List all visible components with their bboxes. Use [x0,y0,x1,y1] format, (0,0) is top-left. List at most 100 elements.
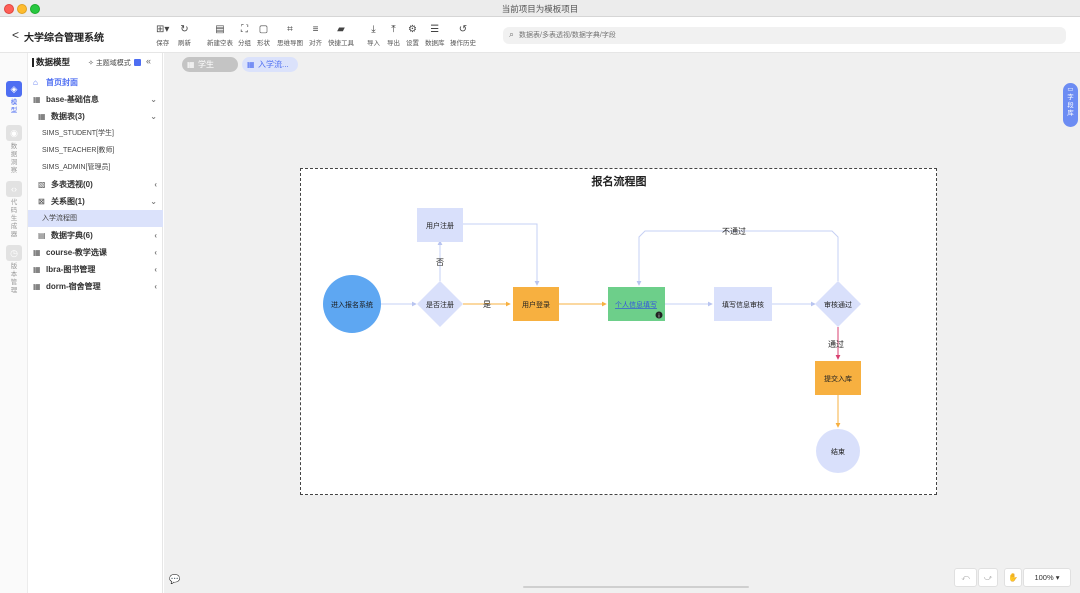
tab-student[interactable]: ▦ 学生 [182,57,238,72]
tree-item-student-table[interactable]: SIMS_STUDENT[学生] [28,125,163,142]
tree-item-dorm[interactable]: ▦ dorm-宿舍管理 ‹ [28,278,163,295]
tree-item-pivot[interactable]: ▧ 多表透视(0) ‹ [28,176,163,193]
export-button[interactable]: ⤒ 导出 [387,23,400,47]
collapse-icon[interactable]: « [146,56,151,66]
home-icon: ⌂ [33,78,38,87]
window-titlebar: 当前项目为模板项目 [0,0,1080,17]
rail-data-insight[interactable]: ◉ 数据洞察 [5,125,23,175]
left-rail: ◈ 模型 ◉ 数据洞察 ‹› 代码生成器 ◷ 版本管理 [0,53,28,593]
horizontal-scrollbar[interactable] [523,586,749,588]
database-button[interactable]: ☰ 数据库 [425,23,445,47]
tree-item-admin-table[interactable]: SIMS_ADMIN[管理员] [28,159,163,176]
diagram-title: 报名流程图 [592,174,647,188]
quick-tools-button[interactable]: ▰ 快捷工具 [328,23,354,47]
grid-icon: ▦ [33,248,41,257]
mind-map-button[interactable]: ⌗ 思维导图 [277,23,303,47]
search-bar: ⌕ [503,27,1066,44]
tree-item-tables[interactable]: ▦ 数据表(3) ⌄ [28,108,163,125]
tree-item-course[interactable]: ▦ course-教学选课 ‹ [28,244,163,261]
settings-button[interactable]: ⚙ 设置 [406,23,419,47]
align-button[interactable]: ≡ 对齐 [309,23,322,47]
save-icon: ⊞▾ [156,24,170,35]
theme-mode-toggle[interactable]: ✧ 主题域模式 [88,58,131,68]
chevron-down-icon: ⌄ [150,112,157,121]
edge-fail-loop [636,230,839,286]
tree-title: 数据模型 [32,58,70,67]
tree-item-teacher-table[interactable]: SIMS_TEACHER[教师] [28,142,163,159]
rail-model[interactable]: ◈ 模型 [5,81,23,115]
back-icon[interactable]: < [12,28,19,42]
tree-item-dictionary[interactable]: ▤ 数据字典(6) ‹ [28,227,163,244]
zoom-controls: ⤺ ⤻ ✋ 100% ▾ [954,568,1072,587]
flowchart: i 报名流程图 进入报名系统 是否注册 用户注册 用户登录 个人信息填写 填写信… [323,174,861,473]
table-icon: ▦ [187,60,195,69]
search-input[interactable] [519,29,1049,42]
edge-register-to-login [463,223,540,286]
zoom-select[interactable]: 100% ▾ [1023,568,1071,587]
database-icon: ☰ [430,24,440,35]
history-icon: ↺ [458,24,468,35]
tree-item-relations[interactable]: ⊠ 关系图(1) ⌄ [28,193,163,210]
group-icon: ⛶ [241,24,248,35]
chevron-down-icon: ⌄ [150,197,157,206]
grid-icon: ▦ [33,265,41,274]
hand-tool-icon[interactable]: ✋ [1004,568,1022,587]
chevron-left-icon: ‹ [154,265,157,274]
quick-tools-icon: ▰ [337,24,345,35]
label-review-pass: 审核通过 [824,300,852,309]
label-submit: 提交入库 [824,374,852,383]
refresh-button[interactable]: ↻ 刷新 [178,23,191,47]
label-registered-check: 是否注册 [426,300,454,309]
mind-map-icon: ⌗ [287,24,293,35]
dictionary-icon: ▤ [38,231,46,240]
search-icon: ⌕ [509,29,515,39]
edge-label-fail: 不通过 [722,226,746,236]
save-button[interactable]: ⊞▾ 保存 [156,23,169,47]
tree-item-home[interactable]: ⌂ 首页封面 [28,74,163,91]
chevron-left-icon: ‹ [154,282,157,291]
chevron-left-icon: ‹ [154,180,157,189]
window-title: 当前项目为模板项目 [501,4,579,14]
insight-icon: ◉ [6,125,22,141]
theme-mode-checkbox[interactable] [134,59,141,66]
table-icon: ▦ [38,112,46,121]
model-icon: ◈ [6,81,22,97]
grid-icon: ▦ [33,95,41,104]
align-icon: ≡ [312,24,319,35]
new-blank-table-icon: ▤ [215,24,225,35]
tree-item-enrollment-flow[interactable]: 入学流程图 [28,210,163,227]
shape-button[interactable]: ▢ 形状 [257,23,270,47]
refresh-icon: ↻ [180,24,189,35]
library-icon: ▭ [1067,86,1074,93]
label-personal-info: 个人信息填写 [615,300,657,309]
version-icon: ◷ [6,245,22,261]
label-end: 结束 [831,447,845,456]
flowchart-frame[interactable]: i 报名流程图 进入报名系统 是否注册 用户注册 用户登录 个人信息填写 填写信… [300,168,937,495]
history-button[interactable]: ↺ 操作历史 [450,23,476,47]
group-button[interactable]: ⛶ 分组 [238,23,251,47]
tree-header: 数据模型 ✧ 主题域模式 « [28,53,163,73]
tab-enrollment-flow[interactable]: ▦ 入学流... [242,57,298,72]
new-blank-table-button[interactable]: ▤ 新建空表 [207,23,233,47]
import-button[interactable]: ⤓ 导入 [367,23,380,47]
shape-icon: ▢ [258,24,269,35]
canvas-area[interactable]: ▦ 学生 ▦ 入学流... ▭ 字段库 i 报名流程图 进入报名系统 是否注册 … [164,53,1080,593]
undo-icon[interactable]: ⤺ [954,568,977,587]
tree-item-library[interactable]: ▦ lbra-图书管理 ‹ [28,261,163,278]
comment-icon[interactable]: 💬 [169,574,180,585]
field-library-button[interactable]: ▭ 字段库 [1063,83,1078,127]
model-tree-panel: 数据模型 ✧ 主题域模式 « ⌂ 首页封面 ▦ base-基础信息 ⌄ ▦ 数据… [28,53,163,593]
info-icon-glyph: i [658,314,659,320]
settings-icon: ⚙ [408,24,417,35]
rail-version-management[interactable]: ◷ 版本管理 [5,245,23,295]
label-register: 用户注册 [426,221,454,230]
code-icon: ‹› [6,181,22,197]
rail-code-generator[interactable]: ‹› 代码生成器 [5,181,23,239]
grid-icon: ▦ [33,282,41,291]
redo-icon[interactable]: ⤻ [978,568,998,587]
table-icon: ▦ [247,60,255,69]
pivot-icon: ▧ [38,180,46,189]
tree-item-base[interactable]: ▦ base-基础信息 ⌄ [28,91,163,108]
main-toolbar: < 大学综合管理系统 ⊞▾ 保存 ↻ 刷新 ▤ 新建空表 ⛶ 分组 ▢ 形状 ⌗ 思维导图 … [0,17,1080,53]
label-start: 进入报名系统 [331,300,373,309]
